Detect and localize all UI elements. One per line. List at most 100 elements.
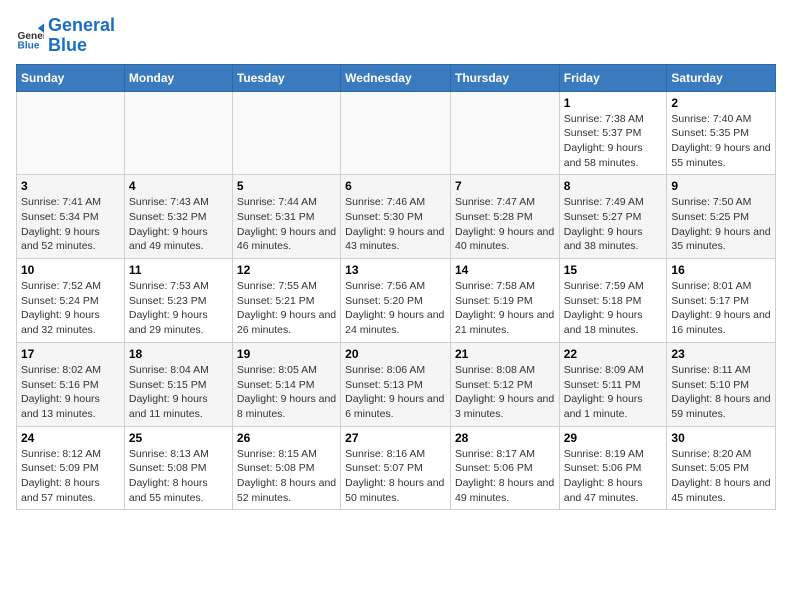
day-number: 6 — [345, 179, 446, 193]
calendar-cell — [450, 91, 559, 175]
week-row-1: 3Sunrise: 7:41 AM Sunset: 5:34 PM Daylig… — [17, 175, 776, 259]
day-number: 25 — [129, 431, 228, 445]
day-number: 24 — [21, 431, 120, 445]
logo-text: GeneralBlue — [48, 16, 115, 56]
day-number: 1 — [564, 96, 663, 110]
day-info: Sunrise: 8:05 AM Sunset: 5:14 PM Dayligh… — [237, 363, 336, 422]
day-number: 7 — [455, 179, 555, 193]
day-number: 13 — [345, 263, 446, 277]
logo-icon: General Blue — [16, 22, 44, 50]
calendar-body: 1 Sunrise: 7:38 AM Sunset: 5:37 PM Daylig… — [17, 91, 776, 510]
day-info: Sunrise: 8:12 AM Sunset: 5:09 PM Dayligh… — [21, 447, 120, 506]
calendar-cell: 21 Sunrise: 8:08 AM Sunset: 5:12 PM Dayli… — [450, 342, 559, 426]
calendar-cell: 25 Sunrise: 8:13 AM Sunset: 5:08 PM Dayli… — [124, 426, 232, 510]
calendar-cell: 13 Sunrise: 7:56 AM Sunset: 5:20 PM Dayli… — [341, 259, 451, 343]
calendar-cell — [17, 91, 125, 175]
day-number: 21 — [455, 347, 555, 361]
day-info: Sunrise: 7:46 AM Sunset: 5:30 PM Dayligh… — [345, 195, 446, 254]
day-number: 11 — [129, 263, 228, 277]
day-number: 14 — [455, 263, 555, 277]
day-number: 22 — [564, 347, 663, 361]
day-info: Sunrise: 7:38 AM Sunset: 5:37 PM Dayligh… — [564, 112, 663, 171]
calendar-cell: 28 Sunrise: 8:17 AM Sunset: 5:06 PM Dayli… — [450, 426, 559, 510]
day-info: Sunrise: 7:44 AM Sunset: 5:31 PM Dayligh… — [237, 195, 336, 254]
calendar-cell: 5 Sunrise: 7:44 AM Sunset: 5:31 PM Daylig… — [232, 175, 340, 259]
day-info: Sunrise: 7:40 AM Sunset: 5:35 PM Dayligh… — [671, 112, 771, 171]
calendar-cell: 29Sunrise: 8:19 AM Sunset: 5:06 PM Dayli… — [559, 426, 667, 510]
day-info: Sunrise: 8:04 AM Sunset: 5:15 PM Dayligh… — [129, 363, 228, 422]
calendar-cell: 9 Sunrise: 7:50 AM Sunset: 5:25 PM Daylig… — [667, 175, 776, 259]
calendar-header-monday: Monday — [124, 64, 232, 91]
week-row-4: 24 Sunrise: 8:12 AM Sunset: 5:09 PM Dayli… — [17, 426, 776, 510]
day-info: Sunrise: 8:13 AM Sunset: 5:08 PM Dayligh… — [129, 447, 228, 506]
calendar-cell: 15 Sunrise: 7:59 AM Sunset: 5:18 PM Dayli… — [559, 259, 667, 343]
day-info: Sunrise: 8:16 AM Sunset: 5:07 PM Dayligh… — [345, 447, 446, 506]
calendar-cell — [341, 91, 451, 175]
calendar-header-sunday: Sunday — [17, 64, 125, 91]
day-info: Sunrise: 7:59 AM Sunset: 5:18 PM Dayligh… — [564, 279, 663, 338]
day-info: Sunrise: 7:43 AM Sunset: 5:32 PM Dayligh… — [129, 195, 228, 254]
calendar-cell: 12 Sunrise: 7:55 AM Sunset: 5:21 PM Dayli… — [232, 259, 340, 343]
calendar-cell: 3Sunrise: 7:41 AM Sunset: 5:34 PM Daylig… — [17, 175, 125, 259]
day-info: Sunrise: 7:49 AM Sunset: 5:27 PM Dayligh… — [564, 195, 663, 254]
calendar-cell: 22 Sunrise: 8:09 AM Sunset: 5:11 PM Dayli… — [559, 342, 667, 426]
day-number: 17 — [21, 347, 120, 361]
calendar-cell: 23Sunrise: 8:11 AM Sunset: 5:10 PM Dayli… — [667, 342, 776, 426]
day-info: Sunrise: 7:55 AM Sunset: 5:21 PM Dayligh… — [237, 279, 336, 338]
calendar-header-tuesday: Tuesday — [232, 64, 340, 91]
day-info: Sunrise: 8:08 AM Sunset: 5:12 PM Dayligh… — [455, 363, 555, 422]
calendar-cell: 19 Sunrise: 8:05 AM Sunset: 5:14 PM Dayli… — [232, 342, 340, 426]
calendar-cell: 6 Sunrise: 7:46 AM Sunset: 5:30 PM Daylig… — [341, 175, 451, 259]
day-info: Sunrise: 7:58 AM Sunset: 5:19 PM Dayligh… — [455, 279, 555, 338]
calendar-header-saturday: Saturday — [667, 64, 776, 91]
day-info: Sunrise: 8:11 AM Sunset: 5:10 PM Dayligh… — [671, 363, 771, 422]
calendar-cell: 4 Sunrise: 7:43 AM Sunset: 5:32 PM Daylig… — [124, 175, 232, 259]
week-row-3: 17 Sunrise: 8:02 AM Sunset: 5:16 PM Dayli… — [17, 342, 776, 426]
day-info: Sunrise: 8:15 AM Sunset: 5:08 PM Dayligh… — [237, 447, 336, 506]
calendar-cell: 10 Sunrise: 7:52 AM Sunset: 5:24 PM Dayli… — [17, 259, 125, 343]
day-number: 28 — [455, 431, 555, 445]
calendar-cell: 17 Sunrise: 8:02 AM Sunset: 5:16 PM Dayli… — [17, 342, 125, 426]
day-number: 19 — [237, 347, 336, 361]
day-number: 9 — [671, 179, 771, 193]
day-number: 8 — [564, 179, 663, 193]
week-row-2: 10 Sunrise: 7:52 AM Sunset: 5:24 PM Dayli… — [17, 259, 776, 343]
logo: General Blue GeneralBlue — [16, 16, 115, 56]
day-number: 4 — [129, 179, 228, 193]
calendar-header-thursday: Thursday — [450, 64, 559, 91]
day-info: Sunrise: 8:20 AM Sunset: 5:05 PM Dayligh… — [671, 447, 771, 506]
calendar-cell: 20 Sunrise: 8:06 AM Sunset: 5:13 PM Dayli… — [341, 342, 451, 426]
calendar-cell — [232, 91, 340, 175]
day-info: Sunrise: 8:17 AM Sunset: 5:06 PM Dayligh… — [455, 447, 555, 506]
calendar-cell: 27 Sunrise: 8:16 AM Sunset: 5:07 PM Dayli… — [341, 426, 451, 510]
calendar-cell: 11 Sunrise: 7:53 AM Sunset: 5:23 PM Dayli… — [124, 259, 232, 343]
day-number: 5 — [237, 179, 336, 193]
day-number: 10 — [21, 263, 120, 277]
day-info: Sunrise: 8:02 AM Sunset: 5:16 PM Dayligh… — [21, 363, 120, 422]
day-info: Sunrise: 7:52 AM Sunset: 5:24 PM Dayligh… — [21, 279, 120, 338]
calendar-cell: 2Sunrise: 7:40 AM Sunset: 5:35 PM Daylig… — [667, 91, 776, 175]
day-info: Sunrise: 8:06 AM Sunset: 5:13 PM Dayligh… — [345, 363, 446, 422]
day-info: Sunrise: 7:56 AM Sunset: 5:20 PM Dayligh… — [345, 279, 446, 338]
day-info: Sunrise: 8:09 AM Sunset: 5:11 PM Dayligh… — [564, 363, 663, 422]
calendar-cell: 8 Sunrise: 7:49 AM Sunset: 5:27 PM Daylig… — [559, 175, 667, 259]
day-number: 15 — [564, 263, 663, 277]
calendar-cell: 1 Sunrise: 7:38 AM Sunset: 5:37 PM Daylig… — [559, 91, 667, 175]
day-info: Sunrise: 7:47 AM Sunset: 5:28 PM Dayligh… — [455, 195, 555, 254]
day-info: Sunrise: 7:53 AM Sunset: 5:23 PM Dayligh… — [129, 279, 228, 338]
calendar-cell: 16Sunrise: 8:01 AM Sunset: 5:17 PM Dayli… — [667, 259, 776, 343]
calendar-cell: 14 Sunrise: 7:58 AM Sunset: 5:19 PM Dayli… — [450, 259, 559, 343]
day-info: Sunrise: 7:50 AM Sunset: 5:25 PM Dayligh… — [671, 195, 771, 254]
calendar-table: SundayMondayTuesdayWednesdayThursdayFrid… — [16, 64, 776, 511]
day-number: 20 — [345, 347, 446, 361]
day-number: 12 — [237, 263, 336, 277]
day-number: 27 — [345, 431, 446, 445]
day-number: 30 — [671, 431, 771, 445]
day-number: 3 — [21, 179, 120, 193]
calendar-header-wednesday: Wednesday — [341, 64, 451, 91]
day-number: 29 — [564, 431, 663, 445]
calendar-header-row: SundayMondayTuesdayWednesdayThursdayFrid… — [17, 64, 776, 91]
svg-text:Blue: Blue — [18, 40, 40, 50]
day-number: 26 — [237, 431, 336, 445]
calendar-cell: 18Sunrise: 8:04 AM Sunset: 5:15 PM Dayli… — [124, 342, 232, 426]
